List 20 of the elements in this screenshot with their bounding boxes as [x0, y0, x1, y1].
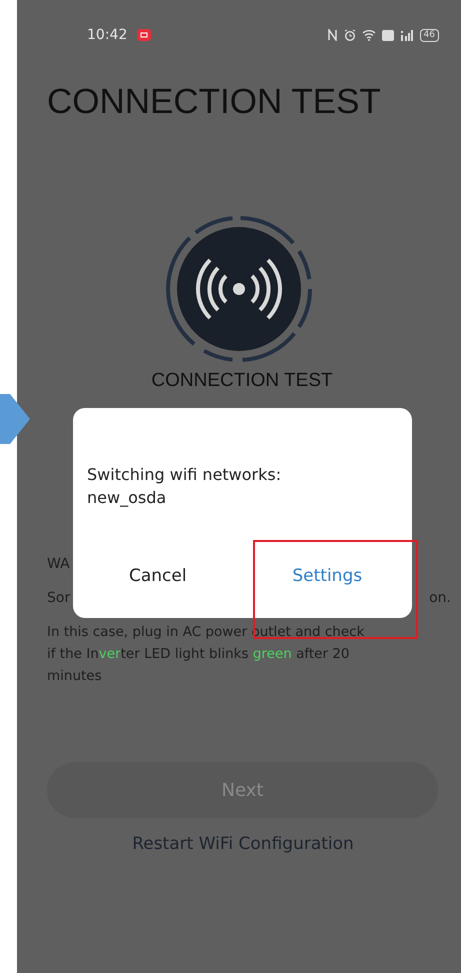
warning-text: minutes: [47, 668, 103, 684]
screen-record-icon: [137, 29, 152, 41]
page-title: CONNECTION TEST: [47, 82, 382, 122]
status-time: 10:42: [87, 27, 128, 43]
alarm-icon: [344, 29, 356, 41]
warning-text: Sor: [47, 590, 70, 606]
wifi-icon: [362, 29, 376, 41]
cancel-button[interactable]: Cancel: [73, 546, 242, 606]
wifi-signal-icon: [164, 214, 314, 364]
warning-text: if the Inverter LED light blinks green after 20: [47, 646, 351, 662]
status-label: CONNECTION TEST: [150, 370, 334, 392]
restart-wifi-link[interactable]: Restart WiFi Configuration: [25, 834, 461, 854]
dialog-message: Switching wifi networks: new_osda: [86, 464, 282, 509]
nfc-icon: [326, 29, 338, 41]
settings-button[interactable]: Settings: [242, 546, 412, 606]
battery-indicator: 46: [420, 28, 439, 42]
arrow-icon: [0, 394, 30, 444]
warning-title: WA: [47, 556, 71, 572]
signal-icon: [400, 29, 414, 41]
warning-text: on.: [429, 590, 451, 606]
